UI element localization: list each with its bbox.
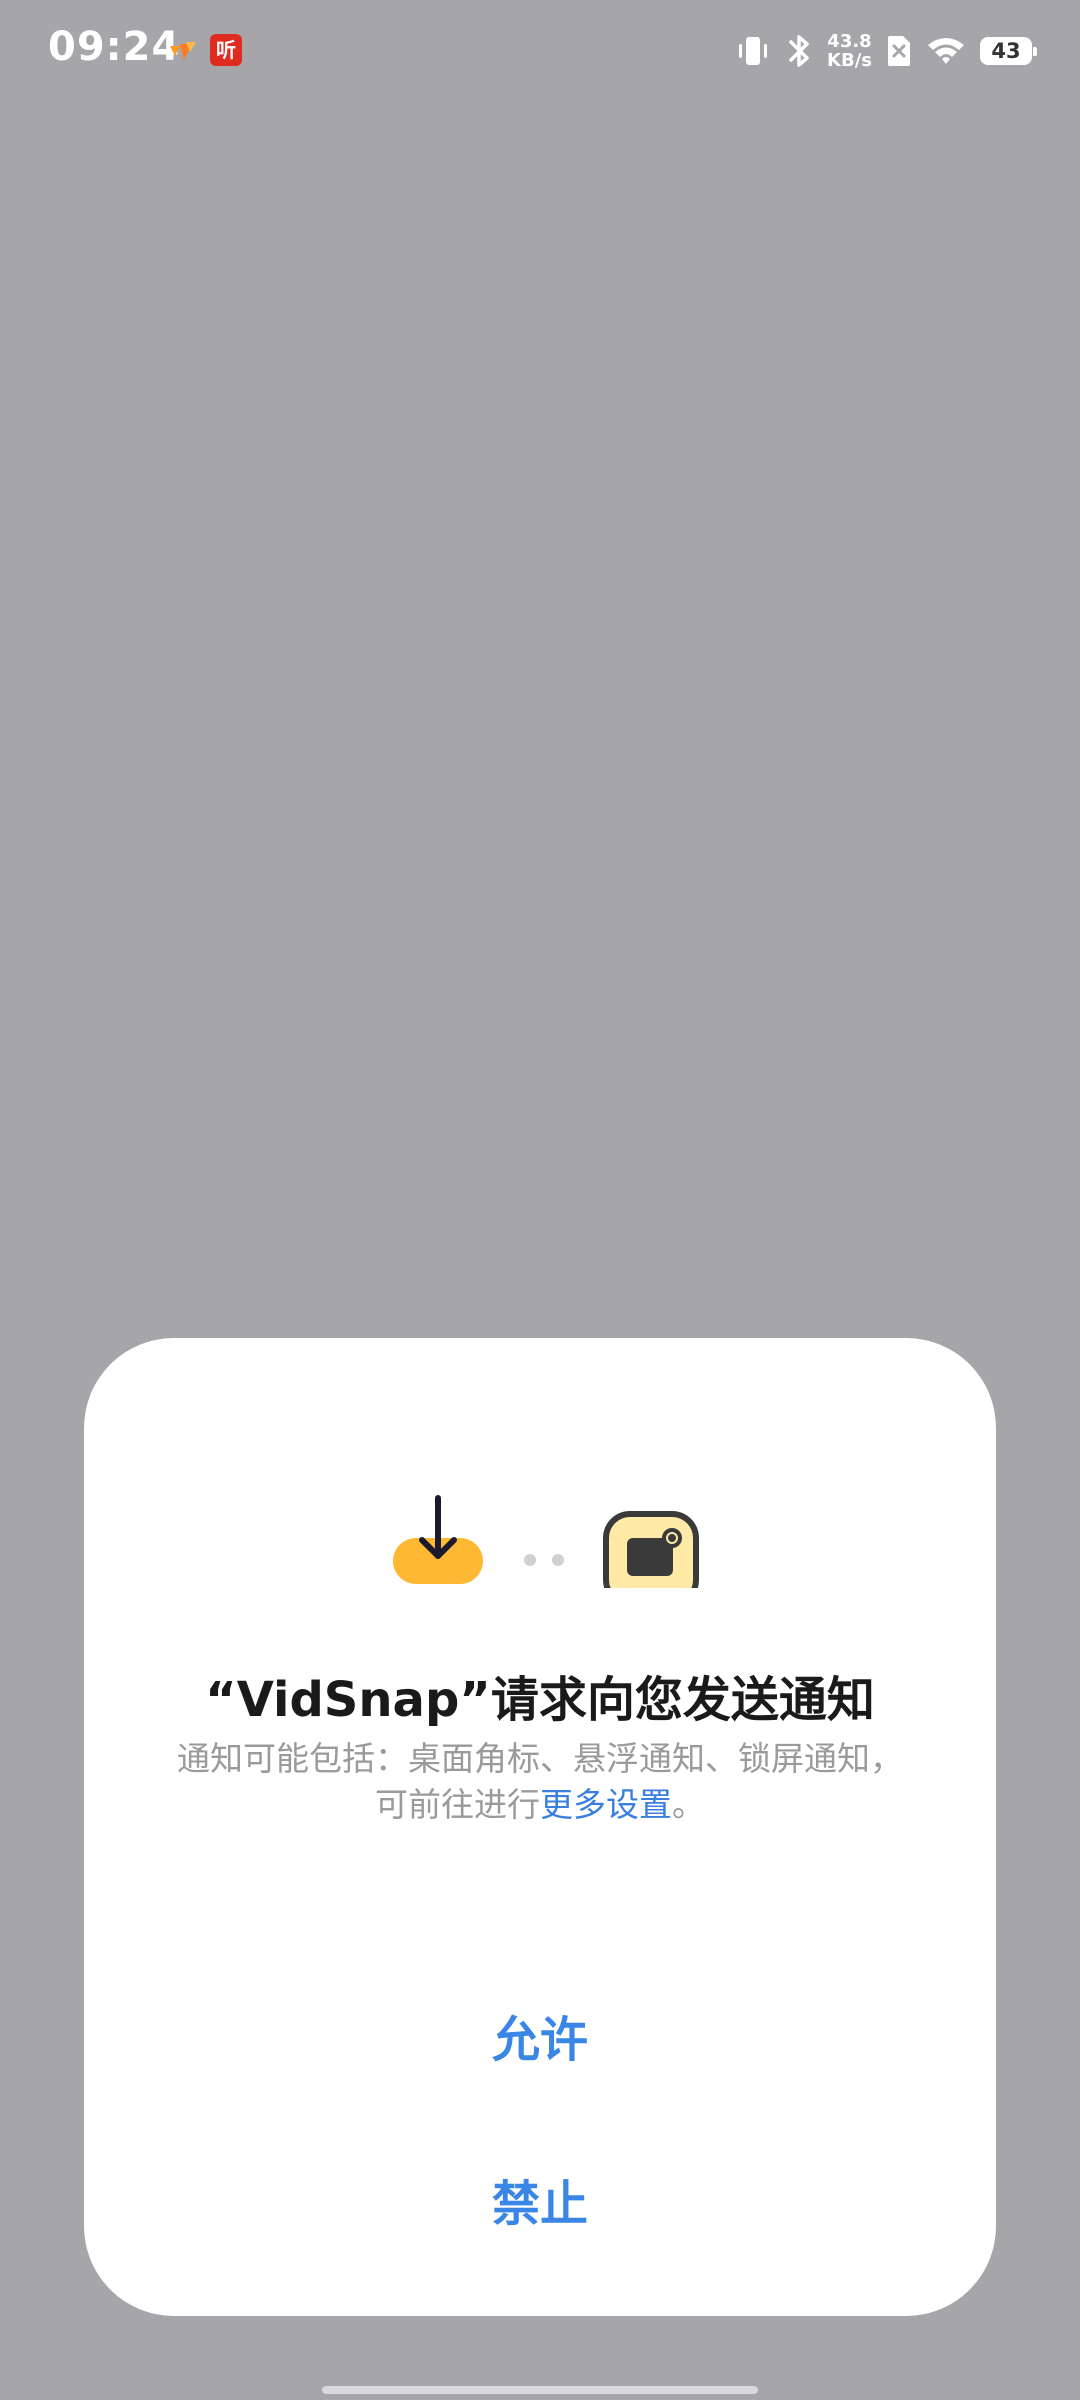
bluetooth-icon bbox=[789, 35, 809, 67]
connector-dot-left bbox=[524, 1554, 536, 1566]
download-arrow-icon bbox=[393, 1495, 483, 1584]
status-icons: 43.8 KB/s 43 bbox=[721, 28, 1037, 74]
more-settings-link[interactable]: 更多设置 bbox=[540, 1785, 672, 1824]
network-speed-unit: KB/s bbox=[827, 50, 872, 71]
app-notification-icon bbox=[170, 42, 196, 60]
wifi-icon bbox=[928, 38, 964, 64]
description-line-1: 通知可能包括：桌面角标、悬浮通知、锁屏通知， bbox=[177, 1739, 903, 1778]
dialog-description: 通知可能包括：桌面角标、悬浮通知、锁屏通知， 可前往进行更多设置。 bbox=[124, 1736, 956, 1828]
notification-permission-dialog: “VidSnap”请求向您发送通知 通知可能包括：桌面角标、悬浮通知、锁屏通知，… bbox=[84, 1338, 996, 2316]
connector-dot-right bbox=[552, 1554, 564, 1566]
description-suffix: 。 bbox=[672, 1785, 705, 1824]
no-sim-icon bbox=[888, 36, 910, 66]
battery-level: 43 bbox=[991, 39, 1021, 63]
description-line-2: 可前往进行更多设置。 bbox=[124, 1782, 956, 1828]
battery-icon: 43 bbox=[980, 37, 1037, 65]
permission-illustration bbox=[393, 1495, 699, 1588]
home-indicator[interactable] bbox=[322, 2386, 758, 2394]
dialog-title: “VidSnap”请求向您发送通知 bbox=[205, 1672, 875, 1728]
deny-button[interactable]: 禁止 bbox=[240, 2144, 840, 2254]
listen-app-icon: 听 bbox=[210, 34, 242, 66]
description-prefix: 可前往进行 bbox=[375, 1785, 540, 1824]
network-speed: 43.8 KB/s bbox=[827, 32, 872, 70]
allow-button[interactable]: 允许 bbox=[240, 1980, 840, 2090]
status-bar: 09:24 听 43.8 KB/s 43 bbox=[0, 0, 1080, 100]
notification-bell-icon bbox=[603, 1511, 699, 1588]
status-time: 09:24 bbox=[48, 24, 181, 70]
vibrate-icon bbox=[739, 37, 768, 65]
network-speed-value: 43.8 bbox=[827, 31, 872, 52]
